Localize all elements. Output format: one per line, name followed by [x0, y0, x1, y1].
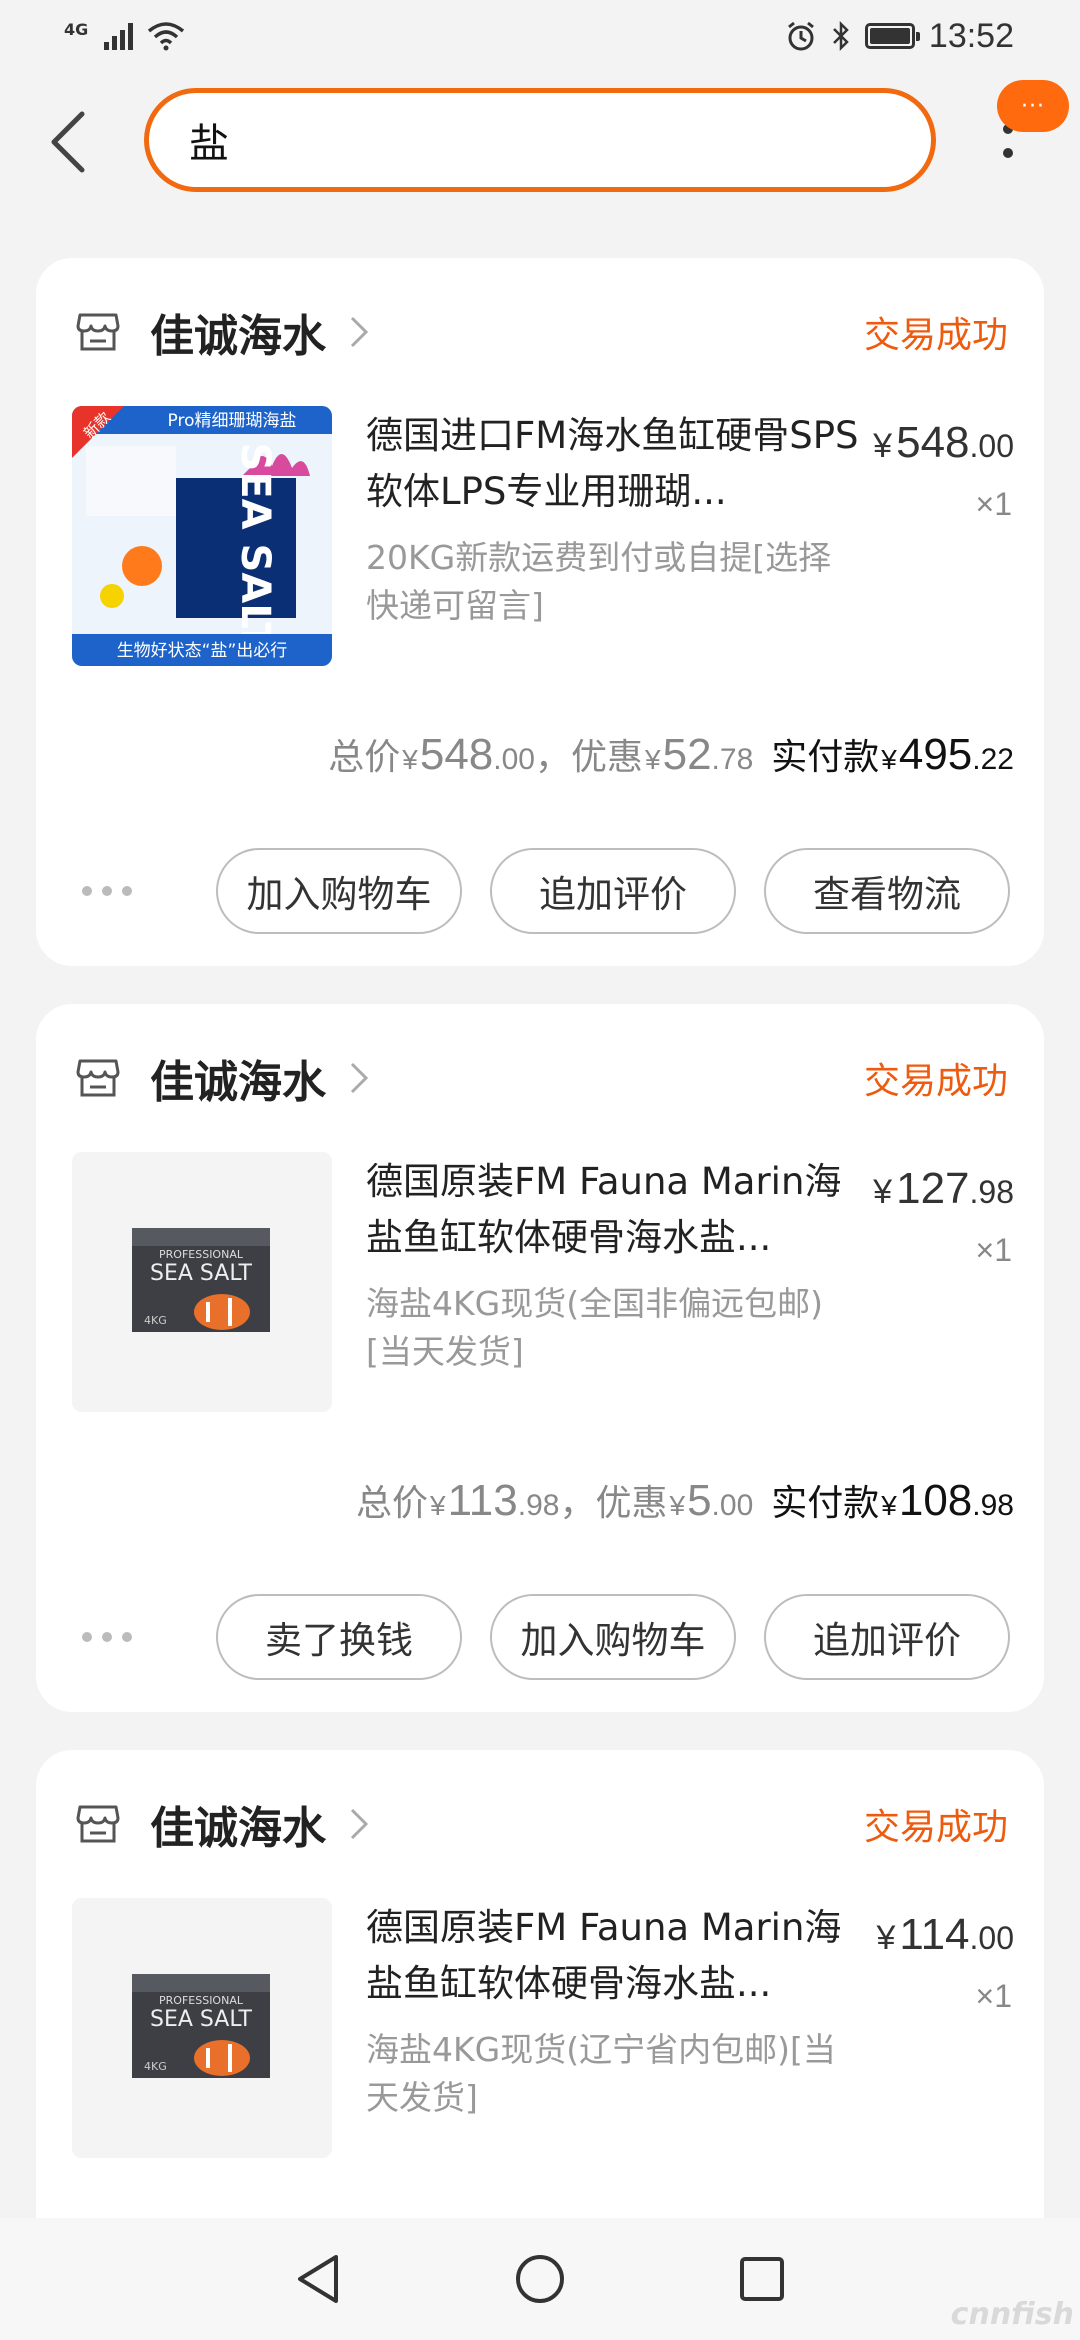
- resell-button[interactable]: 卖了换钱: [216, 1594, 462, 1680]
- order-status: 交易成功: [863, 1807, 1008, 1848]
- shop-icon: [76, 1805, 120, 1843]
- order-card[interactable]: 佳诚海水 交易成功 PROFESSIONAL SEA SALT 4KG 德国原装…: [36, 1004, 1044, 1712]
- product-thumbnail[interactable]: PROFESSIONAL SEA SALT 4KG: [72, 1898, 332, 2158]
- message-badge[interactable]: ···: [997, 80, 1069, 132]
- add-to-cart-button[interactable]: 加入购物车: [490, 1594, 736, 1680]
- more-actions-button[interactable]: [82, 1632, 132, 1642]
- product-image: Pro精细珊瑚海盐 新款 SEA SALT 生物好状态“盐”出必行: [72, 406, 332, 666]
- box-weight: 4KG: [144, 1314, 167, 1327]
- signal-icon: [104, 22, 134, 50]
- add-to-cart-button[interactable]: 加入购物车: [216, 848, 462, 934]
- price-summary: 总价 ¥113.98 ，优惠 ¥5.00 实付款 ¥108.98: [356, 1476, 1014, 1525]
- order-status: 交易成功: [863, 315, 1008, 356]
- clock: 13:52: [928, 16, 1014, 55]
- total-label: 总价: [356, 1483, 429, 1524]
- triangle-back-icon: [298, 2255, 338, 2303]
- product-title[interactable]: 德国进口FM海水鱼缸硬骨SPS软体LPS专业用珊瑚...: [366, 408, 876, 520]
- product-title[interactable]: 德国原装FM Fauna Marin海盐鱼缸软体硬骨海水盐...: [366, 1154, 876, 1266]
- nav-home-button[interactable]: [514, 2253, 566, 2305]
- shop-icon: [76, 313, 120, 351]
- nav-back-button[interactable]: [292, 2253, 344, 2305]
- box-text: SEA SALT: [150, 2007, 253, 2032]
- currency-symbol: ¥: [876, 1919, 896, 1957]
- product-spec: 海盐4KG现货(全国非偏远包邮)[当天发货]: [366, 1284, 823, 1371]
- product-spec: 海盐4KG现货(辽宁省内包邮)[当天发货]: [366, 2030, 836, 2117]
- product-title[interactable]: 德国原装FM Fauna Marin海盐鱼缸软体硬骨海水盐...: [366, 1900, 876, 2012]
- product-thumbnail[interactable]: PROFESSIONAL SEA SALT 4KG: [72, 1152, 332, 1412]
- view-logistics-button[interactable]: 查看物流: [764, 848, 1010, 934]
- product-thumbnail[interactable]: Pro精细珊瑚海盐 新款 SEA SALT 生物好状态“盐”出必行: [72, 406, 332, 666]
- search-box[interactable]: [144, 88, 936, 192]
- total-label: 总价: [328, 737, 401, 778]
- wifi-icon: [148, 22, 185, 51]
- watermark: cnnfish: [950, 2297, 1074, 2332]
- bluetooth-icon: [833, 20, 849, 52]
- back-button[interactable]: [38, 106, 98, 178]
- paid-label: 实付款: [771, 737, 880, 778]
- paid-label: 实付款: [771, 1483, 880, 1524]
- discount-label: ，优惠: [535, 737, 644, 778]
- order-actions: 加入购物车 追加评价 查看物流: [36, 848, 1010, 934]
- discount-label: ，优惠: [559, 1483, 668, 1524]
- order-status: 交易成功: [863, 1061, 1008, 1102]
- more-actions-button[interactable]: [82, 886, 132, 896]
- product-image: PROFESSIONAL SEA SALT 4KG: [72, 1898, 332, 2158]
- product-spec: 20KG新款运费到付或自提[选择快递可留言]: [366, 538, 832, 625]
- shop-name[interactable]: 佳诚海水: [150, 1046, 326, 1110]
- currency-symbol: ¥: [873, 427, 893, 465]
- box-weight: 4KG: [144, 2060, 167, 2073]
- search-input[interactable]: [189, 117, 931, 163]
- search-header: ···: [0, 72, 1080, 212]
- chevron-right-icon: [350, 1808, 369, 1840]
- square-recents-icon: [740, 2257, 784, 2301]
- order-card[interactable]: 佳诚海水 交易成功 Pro精细珊瑚海盐 新款 SEA SALT 生物好状态“盐”: [36, 258, 1044, 966]
- quantity: ×1: [975, 486, 1012, 522]
- shop-name[interactable]: 佳诚海水: [150, 1792, 326, 1856]
- circle-home-icon: [516, 2255, 564, 2303]
- product-image: PROFESSIONAL SEA SALT 4KG: [72, 1152, 332, 1412]
- chevron-right-icon: [350, 316, 369, 348]
- system-nav-bar: [0, 2218, 1080, 2340]
- unit-price: ¥548.00: [873, 418, 1014, 467]
- chevron-right-icon: [350, 1062, 369, 1094]
- add-review-button[interactable]: 追加评价: [490, 848, 736, 934]
- price-summary: 总价 ¥548.00 ，优惠 ¥52.78 实付款 ¥495.22: [328, 730, 1014, 779]
- shop-name[interactable]: 佳诚海水: [150, 300, 326, 364]
- box-text: SEA SALT: [150, 1261, 253, 1286]
- unit-price: ¥114.00: [876, 1910, 1014, 1959]
- chevron-left-icon: [51, 111, 85, 173]
- order-list: 佳诚海水 交易成功 Pro精细珊瑚海盐 新款 SEA SALT 生物好状态“盐”: [36, 258, 1044, 2340]
- shop-icon: [76, 1059, 120, 1097]
- currency-symbol: ¥: [873, 1173, 893, 1211]
- battery-icon: [864, 23, 920, 49]
- box-subtext: PROFESSIONAL: [159, 1994, 244, 2007]
- unit-price: ¥127.98: [873, 1164, 1014, 1213]
- shop-header[interactable]: 佳诚海水 交易成功: [76, 1786, 1008, 1862]
- shop-header[interactable]: 佳诚海水 交易成功: [76, 1040, 1008, 1116]
- status-bar: 4G 13:52: [0, 0, 1080, 72]
- quantity: ×1: [975, 1232, 1012, 1268]
- footer-text: 生物好状态“盐”出必行: [117, 641, 288, 661]
- quantity: ×1: [975, 1978, 1012, 2014]
- alarm-icon: [787, 21, 814, 51]
- box-text: SEA SALT: [232, 443, 278, 651]
- banner-text: Pro精细珊瑚海盐: [168, 411, 297, 431]
- shop-header[interactable]: 佳诚海水 交易成功: [76, 294, 1008, 370]
- box-subtext: PROFESSIONAL: [159, 1248, 244, 1261]
- add-review-button[interactable]: 追加评价: [764, 1594, 1010, 1680]
- nav-recents-button[interactable]: [736, 2253, 788, 2305]
- network-type: 4G: [64, 19, 89, 39]
- order-actions: 卖了换钱 加入购物车 追加评价: [36, 1594, 1010, 1680]
- more-menu-button[interactable]: [990, 124, 1026, 214]
